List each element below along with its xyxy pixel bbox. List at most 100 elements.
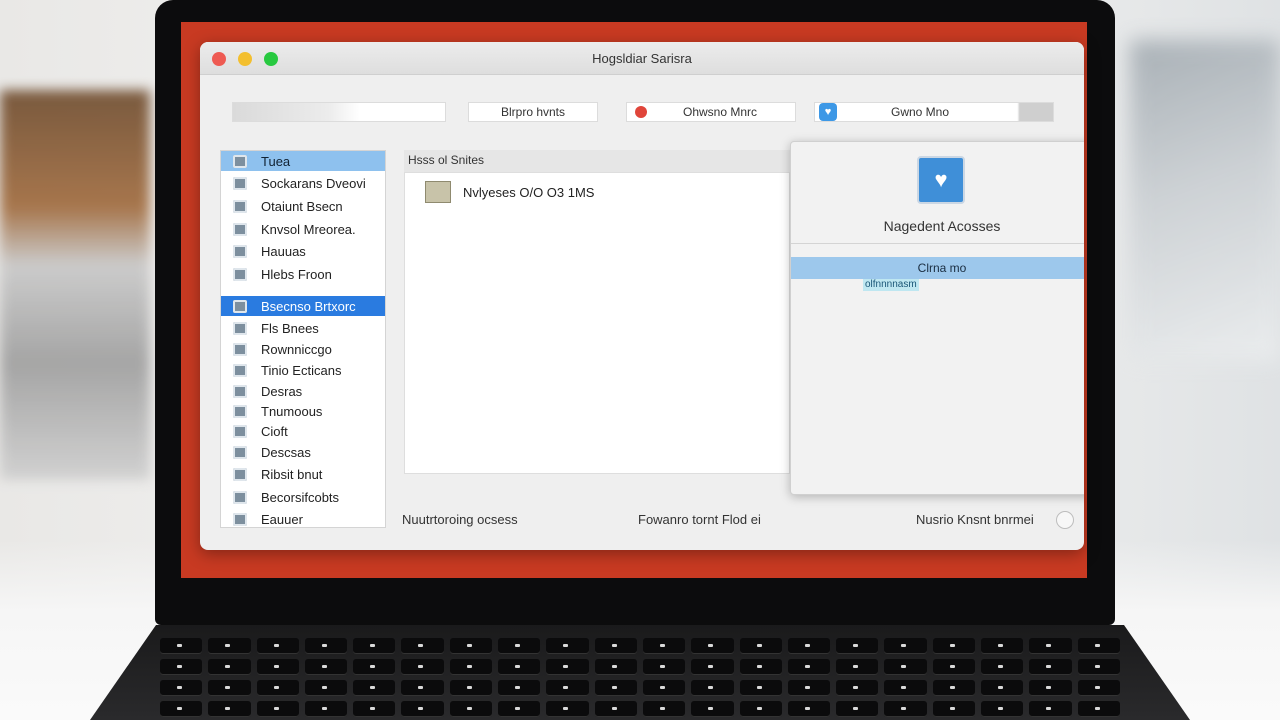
- keyboard-key: [1077, 680, 1120, 696]
- sidebar-item-label: Fls Bnees: [261, 320, 319, 336]
- sidebar-item-label: Knvsol Mreorea.: [261, 221, 356, 237]
- sidebar-item[interactable]: Bsecnso Brtxorc: [221, 296, 385, 316]
- toolbar-button-2-label: Ohwsno Mnrc: [683, 105, 758, 119]
- sidebar-item-label: Descsas: [261, 444, 311, 460]
- keyboard-key: [498, 638, 541, 654]
- keyboard-key: [449, 659, 493, 675]
- file-row[interactable]: Nvlyeses O/O O3 1MS: [425, 181, 594, 203]
- keyboard-key: [498, 680, 541, 696]
- keyboard-key: [594, 701, 637, 717]
- keyboard-key: [981, 638, 1024, 654]
- keyboard-key: [160, 638, 203, 654]
- keyboard-key: [256, 680, 299, 696]
- keyboard-key: [401, 680, 444, 696]
- keyboard-key: [304, 701, 348, 717]
- divider: [791, 243, 1084, 244]
- toolbar-button-3[interactable]: ♥ Gwno Mno: [814, 102, 1054, 122]
- keyboard-key: [691, 701, 734, 717]
- toolbar-button-3-label: Gwno Mno: [891, 105, 950, 119]
- folder-icon: [233, 267, 247, 281]
- keyboard-key: [884, 701, 927, 717]
- sidebar-item-label: Hlebs Froon: [261, 266, 332, 282]
- red-dot-icon: [635, 106, 647, 118]
- keyboard-key: [256, 701, 299, 717]
- window-title: Hogsldiar Sarisra: [592, 51, 692, 66]
- keyboard-key: [594, 638, 637, 654]
- folder-icon: [233, 222, 247, 236]
- keyboard-key: [932, 680, 976, 696]
- keyboard-key: [160, 701, 203, 717]
- sidebar-item-label: Tinio Ecticans: [261, 362, 342, 378]
- keyboard-key: [304, 659, 348, 675]
- sidebar-item[interactable]: Otaiunt Bsecn: [221, 196, 385, 216]
- help-icon[interactable]: [1056, 511, 1074, 529]
- popover-panel: ♥ Nagedent Acosses Clrna mo olfnnnnasm: [790, 141, 1084, 495]
- sidebar-item[interactable]: Tinio Ecticans: [221, 360, 385, 380]
- keyboard-key: [642, 680, 686, 696]
- background-cup: [0, 90, 150, 480]
- sidebar-item[interactable]: Becorsifcobts: [221, 487, 385, 507]
- keyboard-key: [546, 638, 589, 654]
- keyboard-key: [836, 638, 879, 654]
- content-pane: Nvlyeses O/O O3 1MS: [404, 172, 790, 474]
- sidebar-item[interactable]: Tuea: [221, 151, 385, 171]
- sidebar-item[interactable]: Fls Bnees: [221, 318, 385, 338]
- toolbar-button-1[interactable]: Blrpro hvnts: [468, 102, 598, 122]
- sidebar-item[interactable]: Knvsol Mreorea.: [221, 219, 385, 239]
- sidebar-item[interactable]: Hlebs Froon: [221, 264, 385, 284]
- keyboard-key: [932, 659, 976, 675]
- keyboard-key: [739, 680, 782, 696]
- keyboard-key: [739, 638, 782, 654]
- keyboard-key: [1077, 659, 1120, 675]
- toolbar-button-2[interactable]: Ohwsno Mnrc: [626, 102, 796, 122]
- sidebar-item[interactable]: Desras: [221, 381, 385, 401]
- keyboard-key: [642, 701, 686, 717]
- keyboard-key: [353, 680, 396, 696]
- keyboard-key: [836, 680, 879, 696]
- sidebar-item-label: Eauuer: [261, 511, 303, 527]
- document-icon: [425, 181, 451, 203]
- keyboard-key: [304, 638, 348, 654]
- folder-icon: [233, 445, 247, 459]
- sidebar-item[interactable]: Rownniccgo: [221, 339, 385, 359]
- folder-icon: [233, 244, 247, 258]
- content-header: Hsss ol Snites: [404, 150, 790, 172]
- sidebar-item[interactable]: Hauuas: [221, 241, 385, 261]
- footer-status-middle: Fowanro tornt Flod ei: [638, 512, 761, 527]
- keyboard-key: [884, 680, 927, 696]
- sidebar-item-label: Becorsifcobts: [261, 489, 340, 505]
- keyboard-key: [1029, 680, 1072, 696]
- folder-icon: [233, 404, 247, 418]
- keyboard-key: [691, 638, 734, 654]
- keyboard-key: [208, 680, 251, 696]
- keyboard-key: [449, 638, 493, 654]
- sidebar-item[interactable]: Ribsit bnut: [221, 464, 385, 484]
- keyboard-key: [932, 701, 976, 717]
- sidebar-item[interactable]: Tnumoous: [221, 401, 385, 421]
- keyboard-key: [160, 680, 203, 696]
- keyboard-key: [449, 701, 493, 717]
- sidebar-item[interactable]: Eauuer: [221, 509, 385, 527]
- sidebar-item[interactable]: Sockarans Dveovi: [221, 173, 385, 193]
- popover-selected-item[interactable]: Clrna mo: [791, 257, 1084, 279]
- search-field[interactable]: [232, 102, 446, 122]
- keyboard-key: [498, 701, 541, 717]
- sidebar-item-label: Otaiunt Bsecn: [261, 198, 343, 214]
- sidebar-item-label: Tuea: [261, 153, 291, 169]
- sidebar-item-label: Desras: [261, 383, 303, 399]
- folder-icon: [233, 199, 247, 213]
- title-bar: Hogsldiar Sarisra: [200, 42, 1084, 75]
- sidebar-item-label: Tnumoous: [261, 403, 323, 419]
- keyboard-key: [836, 659, 879, 675]
- keyboard-key: [691, 659, 734, 675]
- keyboard-key: [1077, 701, 1120, 717]
- popover-title: Nagedent Acosses: [883, 218, 1001, 234]
- keyboard-key: [884, 638, 927, 654]
- sidebar-item[interactable]: Cioft: [221, 421, 385, 441]
- folder-icon: [233, 384, 247, 398]
- keyboard-key: [1029, 638, 1072, 654]
- keyboard-key: [884, 659, 927, 675]
- keyboard-key: [546, 680, 589, 696]
- keyboard-key: [1029, 701, 1072, 717]
- sidebar-item[interactable]: Descsas: [221, 442, 385, 462]
